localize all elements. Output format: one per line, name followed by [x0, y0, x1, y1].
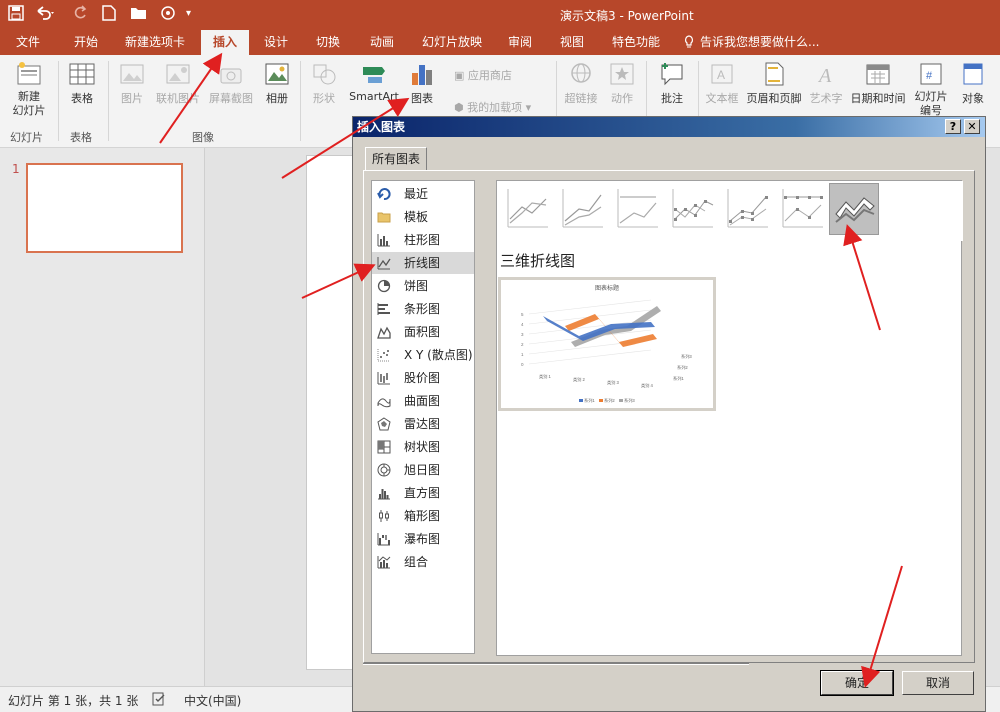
arrow-to-insert-tab [159, 52, 223, 144]
arrow-to-ok [861, 565, 903, 688]
arrow-to-3d-line [843, 224, 881, 331]
arrow-to-chart-button [281, 97, 410, 179]
annotation-arrows [159, 52, 903, 688]
arrow-to-line-type [301, 263, 376, 299]
